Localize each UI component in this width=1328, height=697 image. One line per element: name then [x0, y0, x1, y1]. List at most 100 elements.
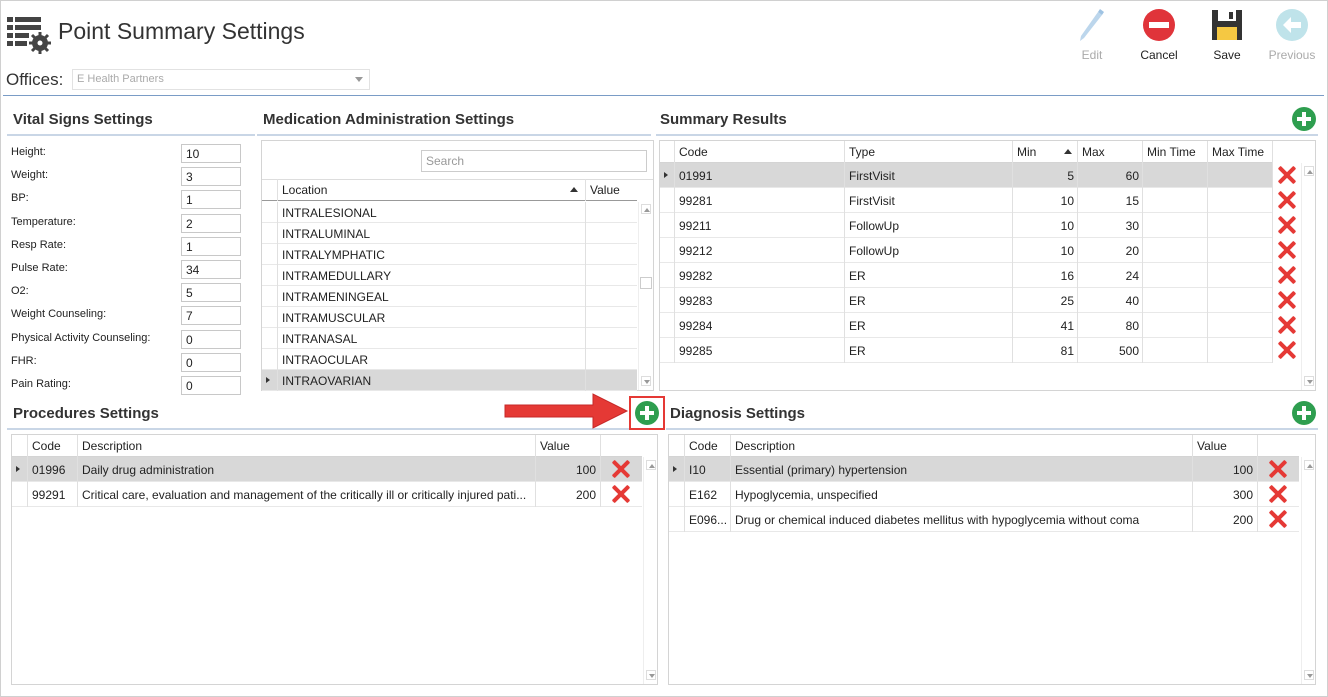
column-header-code[interactable]: Code	[679, 145, 708, 159]
add-procedure-button[interactable]	[635, 401, 659, 425]
diagnosis-scrollbar[interactable]	[1301, 457, 1315, 684]
table-row[interactable]: INTRALUMINAL	[262, 223, 637, 244]
vital-input[interactable]: 1	[181, 190, 241, 210]
column-header-code[interactable]: Code	[689, 439, 718, 453]
table-row[interactable]: 99285 ER 81 500	[660, 338, 1273, 363]
column-header-type[interactable]: Type	[849, 145, 875, 159]
delete-icon[interactable]	[1277, 215, 1297, 235]
column-separator	[1142, 213, 1143, 238]
type-cell: ER	[849, 319, 866, 333]
column-separator	[684, 507, 685, 532]
delete-icon[interactable]	[1277, 165, 1297, 185]
max-cell: 30	[1125, 219, 1139, 233]
column-header-code[interactable]: Code	[32, 439, 61, 453]
vital-input[interactable]: 1	[181, 236, 241, 256]
table-row[interactable]: INTRAMEDULLARY	[262, 265, 637, 286]
column-header-description[interactable]: Description	[82, 439, 142, 453]
column-header-value[interactable]: Value	[590, 183, 630, 197]
table-row[interactable]: INTRAMUSCULAR	[262, 307, 637, 328]
edit-button[interactable]: Edit	[1062, 8, 1122, 62]
table-row[interactable]: INTRANASAL	[262, 328, 637, 349]
scroll-up-icon[interactable]	[646, 460, 656, 470]
min-cell: 16	[1060, 269, 1074, 283]
column-header-max[interactable]: Max	[1082, 145, 1105, 159]
save-button[interactable]: Save	[1197, 8, 1257, 62]
table-row[interactable]: 99212 FollowUp 10 20	[660, 238, 1273, 263]
column-separator	[1272, 188, 1273, 213]
table-row[interactable]: INTRALYMPHATIC	[262, 244, 637, 265]
scroll-down-icon[interactable]	[641, 376, 651, 386]
table-row[interactable]: 01996 Daily drug administration 100	[12, 457, 642, 482]
vital-input[interactable]: 0	[181, 352, 241, 372]
scroll-up-icon[interactable]	[1304, 460, 1314, 470]
vital-input[interactable]: 34	[181, 260, 241, 279]
table-row[interactable]: E096... Drug or chemical induced diabetes…	[669, 507, 1299, 532]
column-header-description[interactable]: Description	[735, 439, 795, 453]
column-header-location[interactable]: Location	[282, 183, 572, 197]
summary-scrollbar[interactable]	[1301, 163, 1315, 390]
table-row[interactable]: 99281 FirstVisit 10 15	[660, 188, 1273, 213]
delete-icon[interactable]	[1268, 509, 1288, 529]
scroll-down-icon[interactable]	[1304, 376, 1314, 386]
delete-icon[interactable]	[1277, 315, 1297, 335]
cancel-button[interactable]: Cancel	[1129, 8, 1189, 62]
row-pointer-icon	[266, 377, 270, 383]
table-row[interactable]: I10 Essential (primary) hypertension 100	[669, 457, 1299, 482]
column-separator	[1207, 288, 1208, 313]
scroll-up-icon[interactable]	[1304, 166, 1314, 176]
table-row[interactable]: 99284 ER 41 80	[660, 313, 1273, 338]
scroll-down-icon[interactable]	[1304, 670, 1314, 680]
offices-dropdown[interactable]: E Health Partners	[72, 69, 370, 90]
column-header-min-time[interactable]: Min Time	[1147, 145, 1196, 159]
vital-input[interactable]: 5	[181, 283, 241, 303]
column-separator	[1077, 188, 1078, 213]
table-row[interactable]: 99283 ER 25 40	[660, 288, 1273, 313]
table-row[interactable]: INTRAOCULAR	[262, 349, 637, 370]
column-separator	[1207, 263, 1208, 288]
medication-scrollbar[interactable]	[638, 202, 652, 390]
column-separator	[684, 457, 685, 482]
edit-label: Edit	[1081, 48, 1103, 62]
delete-icon[interactable]	[1268, 484, 1288, 504]
column-separator	[674, 288, 675, 313]
scroll-thumb[interactable]	[640, 277, 652, 289]
previous-button[interactable]: Previous	[1262, 8, 1322, 62]
delete-icon[interactable]	[1277, 290, 1297, 310]
delete-icon[interactable]	[611, 484, 631, 504]
column-separator	[1272, 338, 1273, 363]
delete-icon[interactable]	[1277, 240, 1297, 260]
column-header-value[interactable]: Value	[540, 439, 570, 453]
procedures-scrollbar[interactable]	[643, 457, 657, 684]
column-header-min[interactable]: Min	[1017, 145, 1036, 159]
table-row[interactable]: INTRAMENINGEAL	[262, 286, 637, 307]
delete-icon[interactable]	[1277, 190, 1297, 210]
table-row[interactable]: INTRALESIONAL	[262, 202, 637, 223]
medication-search-input[interactable]: Search	[421, 150, 647, 172]
column-separator	[27, 482, 28, 507]
column-separator	[1077, 213, 1078, 238]
delete-icon[interactable]	[611, 459, 631, 479]
column-header-max-time[interactable]: Max Time	[1212, 145, 1264, 159]
vital-input[interactable]: 7	[181, 306, 241, 326]
table-row[interactable]: 99282 ER 16 24	[660, 263, 1273, 288]
vital-input[interactable]: 10	[181, 144, 241, 163]
scroll-up-icon[interactable]	[641, 204, 651, 214]
column-separator	[1257, 435, 1258, 457]
vital-input[interactable]: 2	[181, 213, 241, 233]
delete-icon[interactable]	[1268, 459, 1288, 479]
add-diagnosis-button[interactable]	[1292, 401, 1316, 425]
delete-icon[interactable]	[1277, 265, 1297, 285]
vital-input[interactable]: 0	[181, 329, 241, 349]
column-header-value[interactable]: Value	[1197, 439, 1227, 453]
add-summary-button[interactable]	[1292, 107, 1316, 131]
table-row[interactable]: INTRAOVARIAN	[262, 370, 637, 391]
table-row[interactable]: 99291 Critical care, evaluation and manag…	[12, 482, 642, 507]
table-row[interactable]: 99211 FollowUp 10 30	[660, 213, 1273, 238]
vital-input[interactable]: 3	[181, 167, 241, 187]
table-row[interactable]: E162 Hypoglycemia, unspecified 300	[669, 482, 1299, 507]
vital-label: Resp Rate:	[11, 238, 67, 251]
table-row[interactable]: 01991 FirstVisit 5 60	[660, 163, 1273, 188]
delete-icon[interactable]	[1277, 340, 1297, 360]
vital-input[interactable]: 0	[181, 376, 241, 395]
scroll-down-icon[interactable]	[646, 670, 656, 680]
